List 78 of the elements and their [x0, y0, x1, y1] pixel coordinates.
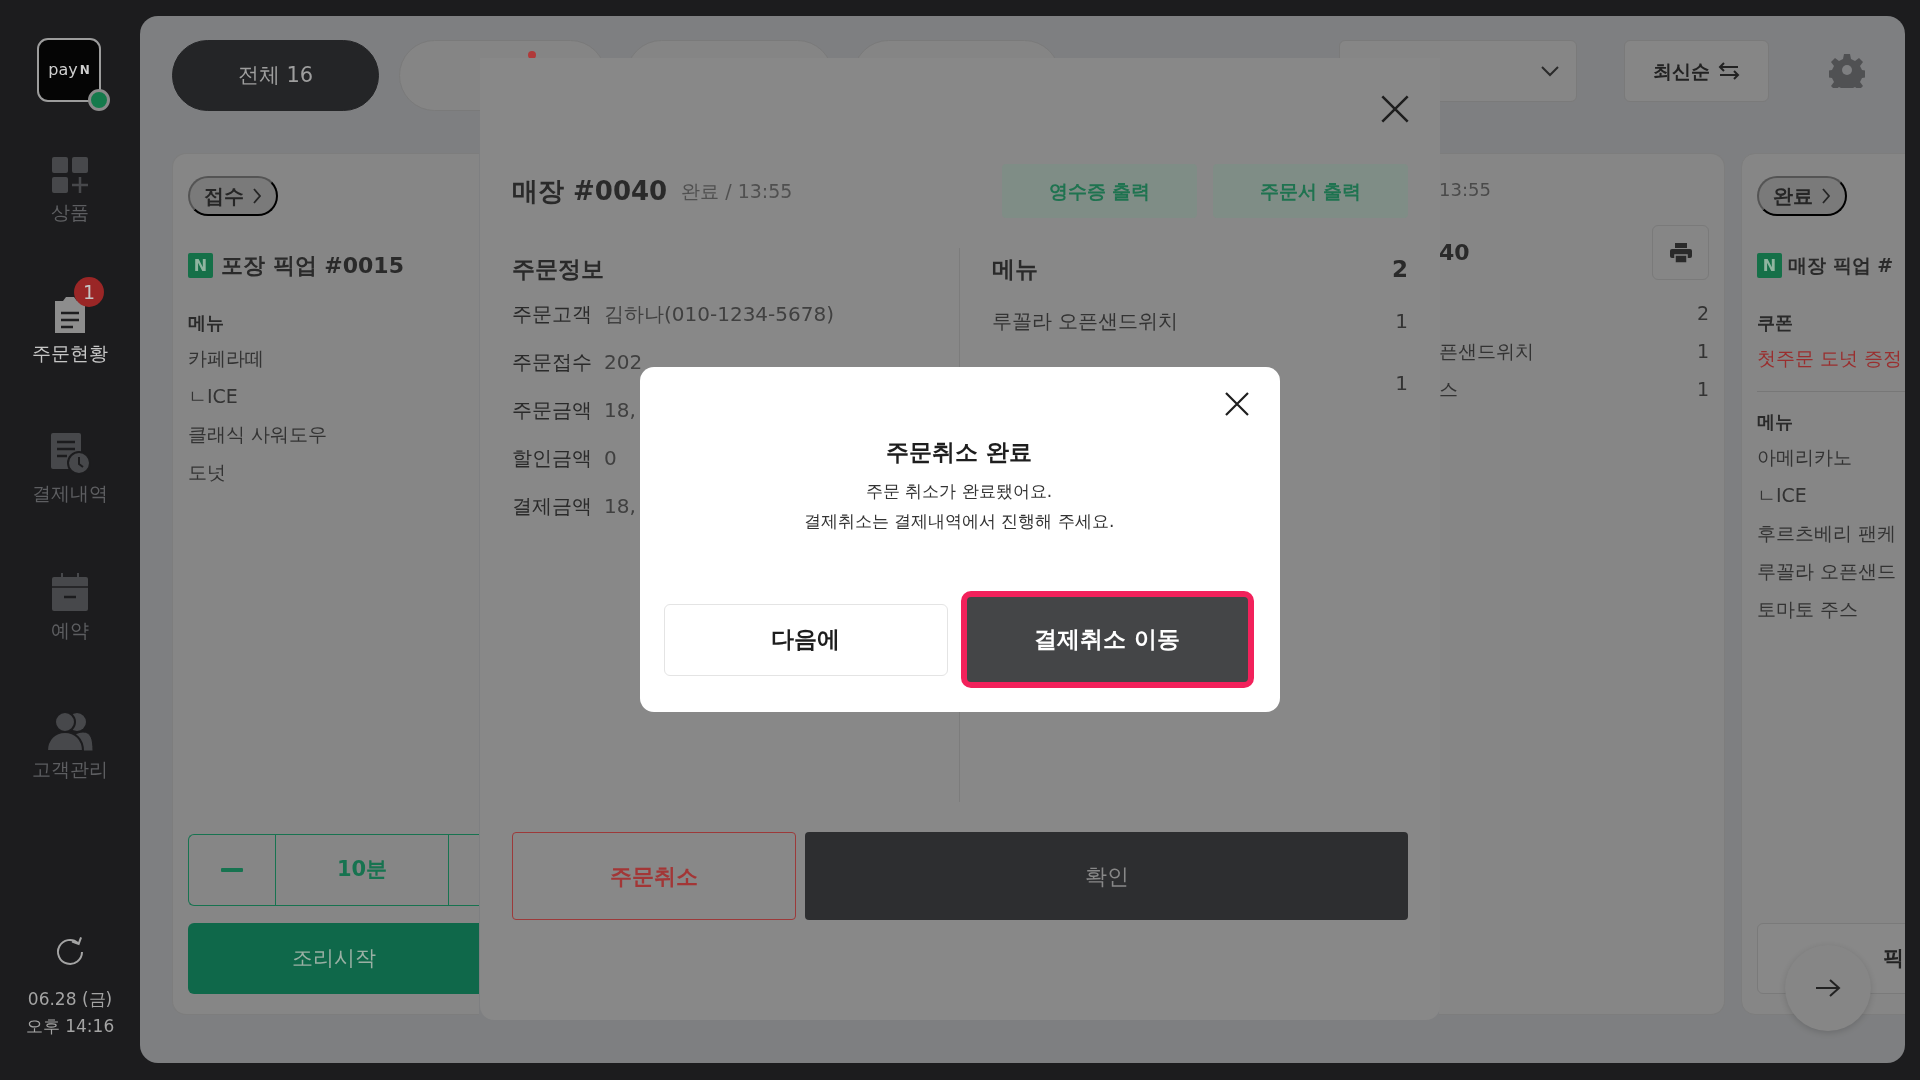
receipt-clock-icon — [49, 431, 91, 476]
item-quantity: 2 — [1696, 301, 1709, 326]
menu-item-name: 픈샌드위치 — [1439, 339, 1534, 364]
channel-badge: N — [1757, 253, 1782, 278]
menu-item-name: 토마토 주스 — [1757, 597, 1859, 622]
calendar-icon — [51, 572, 89, 613]
dialog-title: 주문취소 완료 — [886, 438, 1032, 467]
info-label: 주문금액 — [512, 397, 592, 424]
sort-button[interactable]: 최신순 — [1624, 40, 1769, 102]
filter-tab[interactable]: 전체 16 — [172, 40, 379, 111]
info-label: 할인금액 — [512, 445, 592, 472]
item-quantity: 1 — [1395, 308, 1408, 335]
item-quantity: 1 — [1696, 339, 1709, 364]
info-label: 주문고객 — [512, 301, 592, 328]
info-label: 결제금액 — [512, 493, 592, 520]
order-title: 포장 픽업 #0015 — [221, 252, 404, 280]
item-quantity: 1 — [1395, 370, 1408, 397]
printer-icon — [1669, 242, 1692, 263]
chevron-down-icon — [1540, 65, 1560, 77]
close-icon — [1224, 391, 1250, 417]
menu-item-name: 카페라떼 — [188, 346, 264, 371]
time-text: 오후 14:16 — [25, 1014, 115, 1038]
order-time: 13:55 — [1439, 178, 1491, 202]
channel-badge: N — [188, 253, 213, 278]
menu-item-name: 아메리카노 — [1757, 445, 1852, 470]
chevron-right-icon — [1821, 187, 1831, 205]
info-value: 0 — [604, 445, 617, 472]
chevron-right-icon — [252, 187, 262, 205]
section-heading: 주문정보 — [512, 255, 604, 284]
go-to-payment-cancel-button[interactable]: 결제취소 이동 — [960, 591, 1254, 688]
menu-item-name: 루꼴라 오픈샌드 — [1757, 559, 1897, 584]
time-value: 10분 — [276, 835, 449, 905]
section-heading: 쿠폰 — [1757, 311, 1794, 335]
info-value: 김하나(010-1234-5678) — [604, 301, 834, 328]
info-value: 18, — [604, 493, 636, 520]
start-cooking-button[interactable]: 조리시작 — [188, 923, 479, 994]
section-heading: 메뉴 — [992, 255, 1038, 284]
close-icon — [1380, 94, 1410, 124]
sidebar-item[interactable]: 상품 — [10, 122, 130, 261]
section-heading: 메뉴 — [188, 311, 225, 335]
arrow-right-icon — [1815, 978, 1841, 998]
section-heading: 메뉴 — [1757, 410, 1794, 434]
info-label: 주문접수 — [512, 349, 592, 376]
status-chip[interactable]: 완료 — [1757, 176, 1847, 216]
order-title: 매장 #0040 — [512, 174, 668, 208]
menu-item-name: 도넛 — [188, 460, 226, 485]
info-value: 202 — [604, 349, 643, 376]
coupon-text: 첫주문 도넛 증정 — [1757, 346, 1903, 371]
item-quantity: 1 — [1696, 377, 1709, 402]
menu-item-name: 후르츠베리 팬케 — [1757, 521, 1897, 546]
menu-count: 2 — [1392, 255, 1408, 284]
swap-arrows-icon — [1718, 62, 1740, 80]
notification-badge: 1 — [74, 277, 104, 307]
sidebar-item[interactable]: 고객관리 — [10, 678, 130, 817]
settings-icon — [1829, 52, 1865, 88]
order-title: 40 — [1439, 239, 1470, 267]
confirm-button[interactable]: 확인 — [805, 832, 1408, 920]
minus-icon — [221, 868, 243, 872]
cancel-order-button[interactable]: 주문취소 — [512, 832, 796, 920]
later-button[interactable]: 다음에 — [664, 603, 948, 676]
sidebar-item[interactable]: 결제내역 — [10, 400, 130, 539]
menu-item-name: ㄴICE — [1757, 483, 1807, 508]
print-button[interactable] — [1652, 225, 1709, 280]
sidebar-item[interactable]: 예약 — [10, 539, 130, 678]
menu-item-name: ㄴICE — [188, 384, 238, 409]
order-status: 완료 / 13:55 — [681, 178, 793, 204]
close-button[interactable] — [1224, 391, 1250, 417]
menu-item-name: 루꼴라 오픈샌드위치 — [992, 308, 1179, 335]
dialog-message: 주문 취소가 완료됐어요. 결제취소는 결제내역에서 진행해 주세요. — [803, 479, 1115, 533]
menu-item-name: 클래식 사워도우 — [188, 422, 328, 447]
date-text: 06.28 (금) — [27, 987, 113, 1011]
info-value: 18, — [604, 397, 636, 424]
order-title: 매장 픽업 # — [1788, 253, 1894, 279]
status-chip[interactable]: 접수 — [188, 176, 278, 216]
grid-plus-icon — [51, 156, 89, 195]
people-icon — [47, 711, 93, 752]
sidebar-item[interactable]: 주문현황 1 — [10, 261, 130, 400]
menu-item-name: 스 — [1439, 377, 1458, 402]
